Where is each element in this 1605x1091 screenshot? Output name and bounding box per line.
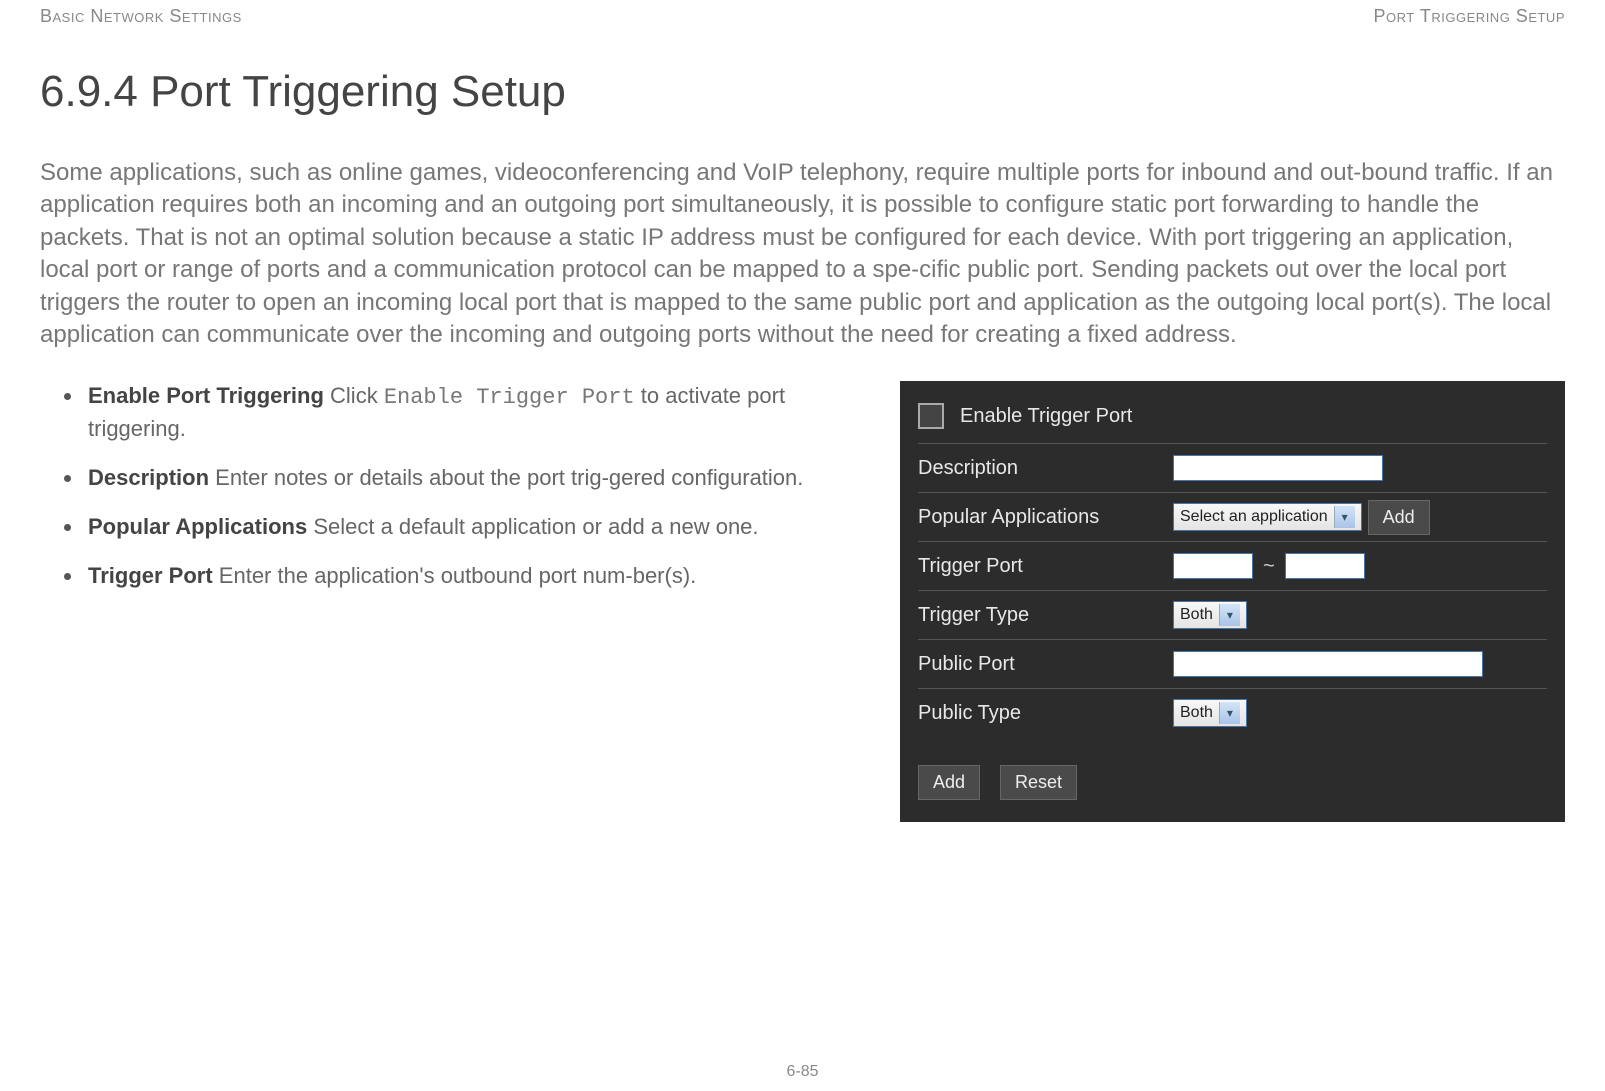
select-value: Both <box>1180 704 1213 722</box>
select-value: Select an application <box>1180 508 1328 526</box>
add-button[interactable]: Add <box>918 765 980 800</box>
term: Popular Applications <box>88 514 307 539</box>
action-row: Add Reset <box>918 765 1547 800</box>
page-number: 6-85 <box>0 1063 1605 1081</box>
list-item: Trigger Port Enter the application's out… <box>60 561 870 592</box>
label-trigger-port: Trigger Port <box>918 555 1173 578</box>
list-item: Enable Port Triggering Click Enable Trig… <box>60 381 870 445</box>
row-public-type: Public Type Both ▾ <box>918 688 1547 737</box>
row-trigger-type: Trigger Type Both ▾ <box>918 590 1547 639</box>
text: Enter notes or details about the port tr… <box>209 465 803 490</box>
select-value: Both <box>1180 606 1213 624</box>
popular-apps-select[interactable]: Select an application ▾ <box>1173 503 1362 531</box>
add-app-button[interactable]: Add <box>1368 500 1430 535</box>
trigger-port-to-input[interactable] <box>1285 553 1365 579</box>
row-trigger-port: Trigger Port ~ <box>918 541 1547 590</box>
public-type-select[interactable]: Both ▾ <box>1173 699 1247 727</box>
list-item: Popular Applications Select a default ap… <box>60 512 870 543</box>
label-description: Description <box>918 457 1173 480</box>
code-text: Enable Trigger Port <box>384 385 635 410</box>
range-separator: ~ <box>1259 555 1279 578</box>
trigger-type-select[interactable]: Both ▾ <box>1173 601 1247 629</box>
header-right: Port Triggering Setup <box>1374 6 1565 27</box>
page: Basic Network Settings Port Triggering S… <box>0 0 1605 1091</box>
enable-row: Enable Trigger Port <box>918 395 1547 443</box>
row-description: Description <box>918 443 1547 492</box>
chevron-down-icon: ▾ <box>1219 702 1240 724</box>
public-port-input[interactable] <box>1173 651 1483 677</box>
text: Enter the application's outbound port nu… <box>213 563 697 588</box>
trigger-port-from-input[interactable] <box>1173 553 1253 579</box>
intro-paragraph: Some applications, such as online games,… <box>40 157 1565 351</box>
label-public-port: Public Port <box>918 653 1173 676</box>
term: Enable Port Triggering <box>88 383 324 408</box>
term: Trigger Port <box>88 563 213 588</box>
description-list: Enable Port Triggering Click Enable Trig… <box>40 381 870 822</box>
settings-panel: Enable Trigger Port Description Popular … <box>900 381 1565 822</box>
chevron-down-icon: ▾ <box>1334 506 1355 528</box>
content-columns: Enable Port Triggering Click Enable Trig… <box>40 381 1565 822</box>
label-public-type: Public Type <box>918 702 1173 725</box>
label-trigger-type: Trigger Type <box>918 604 1173 627</box>
text: Select a default application or add a ne… <box>307 514 758 539</box>
label-popular-apps: Popular Applications <box>918 506 1173 529</box>
description-input[interactable] <box>1173 455 1383 481</box>
row-popular-apps: Popular Applications Select an applicati… <box>918 492 1547 541</box>
enable-label: Enable Trigger Port <box>960 405 1132 428</box>
chevron-down-icon: ▾ <box>1219 604 1240 626</box>
term: Description <box>88 465 209 490</box>
text: Click <box>324 383 384 408</box>
running-header: Basic Network Settings Port Triggering S… <box>40 0 1565 27</box>
reset-button[interactable]: Reset <box>1000 765 1077 800</box>
section-heading: 6.9.4 Port Triggering Setup <box>40 67 1565 117</box>
list-item: Description Enter notes or details about… <box>60 463 870 494</box>
row-public-port: Public Port <box>918 639 1547 688</box>
settings-panel-container: Enable Trigger Port Description Popular … <box>900 381 1565 822</box>
enable-checkbox[interactable] <box>918 403 944 429</box>
header-left: Basic Network Settings <box>40 6 242 27</box>
